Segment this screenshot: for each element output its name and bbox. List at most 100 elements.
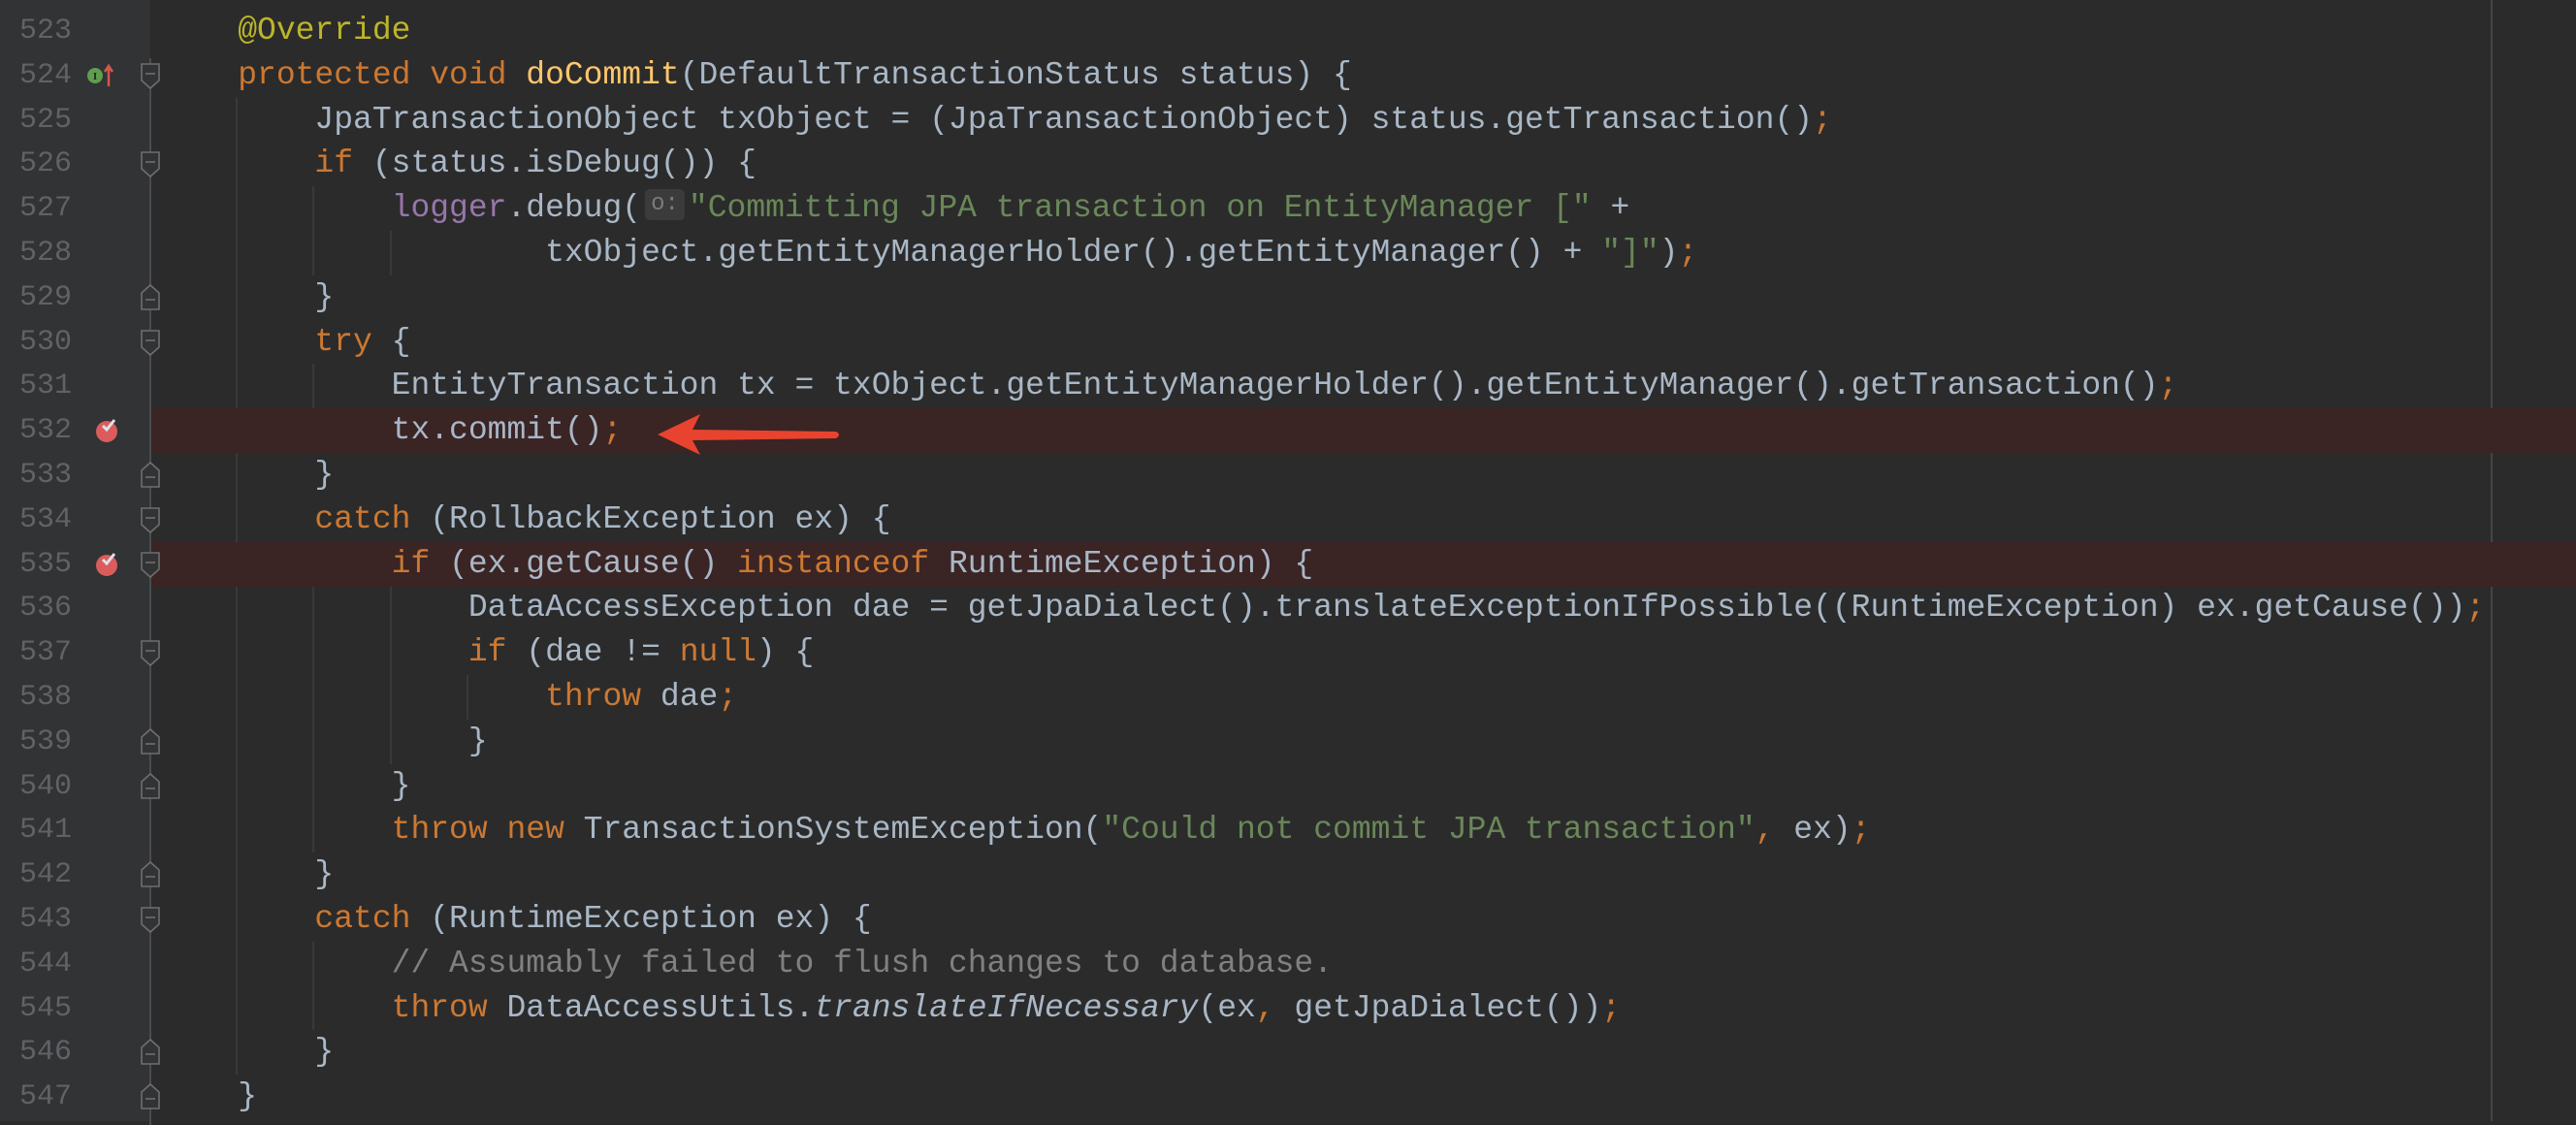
code-text[interactable]: throw DataAccessUtils.translateIfNecessa… [161, 986, 1621, 1031]
code-line[interactable]: 544 // Assumably failed to flush changes… [0, 942, 2576, 986]
line-number[interactable]: 546 [19, 1030, 78, 1075]
fold-end-icon[interactable] [140, 283, 161, 312]
code-token: // Assumably failed to flush changes to … [161, 945, 1333, 981]
fold-collapse-icon[interactable] [140, 61, 161, 90]
code-text[interactable]: try { [161, 320, 410, 365]
code-line[interactable]: 523 @Override [0, 9, 2576, 53]
code-token: ; [718, 679, 738, 715]
code-line[interactable]: 545 throw DataAccessUtils.translateIfNec… [0, 986, 2576, 1031]
code-text[interactable]: if (ex.getCause() instanceof RuntimeExce… [161, 542, 1314, 587]
code-line[interactable]: 528 txObject.getEntityManagerHolder().ge… [0, 231, 2576, 275]
line-number[interactable]: 531 [19, 364, 78, 408]
code-line[interactable]: 538 throw dae; [0, 675, 2576, 720]
code-line[interactable]: 526 if (status.isDebug()) { [0, 142, 2576, 186]
code-line[interactable]: 525 JpaTransactionObject txObject = (Jpa… [0, 98, 2576, 143]
fold-end-icon[interactable] [140, 772, 161, 801]
fold-collapse-icon[interactable] [140, 149, 161, 178]
code-text[interactable]: throw dae; [161, 675, 737, 720]
line-number[interactable]: 535 [19, 542, 78, 587]
breakpoint-verified-icon[interactable] [94, 552, 119, 577]
fold-end-icon[interactable] [140, 860, 161, 889]
line-number[interactable]: 526 [19, 142, 78, 186]
code-token: "Committing JPA transaction on EntityMan… [688, 190, 1592, 227]
code-text[interactable]: catch (RollbackException ex) { [161, 498, 890, 542]
code-text[interactable]: } [161, 852, 334, 897]
code-line[interactable]: 536 DataAccessException dae = getJpaDial… [0, 586, 2576, 630]
line-number[interactable]: 538 [19, 675, 78, 720]
line-number[interactable]: 528 [19, 231, 78, 275]
line-number[interactable]: 536 [19, 586, 78, 630]
fold-end-icon[interactable] [140, 1082, 161, 1111]
fold-collapse-icon[interactable] [140, 905, 161, 934]
code-line[interactable]: 530 try { [0, 320, 2576, 365]
code-text[interactable]: throw new TransactionSystemException("Co… [161, 808, 1871, 852]
code-token: translateIfNecessary [814, 989, 1199, 1026]
line-number[interactable]: 544 [19, 942, 78, 986]
line-number[interactable]: 532 [19, 408, 78, 453]
code-line[interactable]: 534 catch (RollbackException ex) { [0, 498, 2576, 542]
code-text[interactable]: catch (RuntimeException ex) { [161, 897, 871, 942]
line-number[interactable]: 539 [19, 720, 78, 764]
code-line[interactable]: 540 } [0, 764, 2576, 809]
code-text[interactable]: if (dae != null) { [161, 630, 815, 675]
code-token: RuntimeException) { [929, 545, 1314, 582]
code-text[interactable]: } [161, 1030, 334, 1075]
fold-end-icon[interactable] [140, 1038, 161, 1067]
code-line[interactable]: 546 } [0, 1030, 2576, 1075]
code-line[interactable]: 541 throw new TransactionSystemException… [0, 808, 2576, 852]
code-text[interactable]: JpaTransactionObject txObject = (JpaTran… [161, 98, 1831, 143]
code-text[interactable]: DataAccessException dae = getJpaDialect(… [161, 586, 2485, 630]
fold-collapse-icon[interactable] [140, 550, 161, 579]
breakpoint-verified-icon[interactable] [94, 418, 119, 443]
code-text[interactable]: } [161, 1075, 257, 1119]
code-line[interactable]: 537 if (dae != null) { [0, 630, 2576, 675]
code-line[interactable]: 531 EntityTransaction tx = txObject.getE… [0, 364, 2576, 408]
line-number[interactable]: 541 [19, 808, 78, 852]
code-text[interactable]: } [161, 764, 411, 809]
implements-method-icon[interactable]: I [85, 63, 124, 88]
code-text[interactable]: @Override [161, 9, 410, 53]
code-token: } [161, 767, 411, 804]
line-number[interactable]: 533 [19, 453, 78, 498]
code-line[interactable]: 529 } [0, 275, 2576, 320]
code-line[interactable]: 539 } [0, 720, 2576, 764]
line-number[interactable]: 543 [19, 897, 78, 942]
code-text[interactable]: tx.commit(); [161, 408, 623, 453]
line-number[interactable]: 530 [19, 320, 78, 365]
code-token: , [1755, 812, 1775, 849]
code-text[interactable]: } [161, 275, 334, 320]
code-line[interactable]: 547 } [0, 1075, 2576, 1119]
code-line[interactable]: 543 catch (RuntimeException ex) { [0, 897, 2576, 942]
line-number[interactable]: 529 [19, 275, 78, 320]
line-number[interactable]: 547 [19, 1075, 78, 1119]
line-number[interactable]: 537 [19, 630, 78, 675]
line-number[interactable]: 523 [19, 9, 78, 53]
code-line[interactable]: 542 } [0, 852, 2576, 897]
code-line[interactable]: 524 I protected void doCommit(DefaultTran… [0, 53, 2576, 98]
line-number[interactable]: 524 [19, 53, 78, 98]
code-text[interactable]: txObject.getEntityManagerHolder().getEnt… [161, 231, 1697, 275]
code-line[interactable]: 527 logger.debug(o: "Committing JPA trans… [0, 186, 2576, 231]
code-line[interactable]: 533 } [0, 453, 2576, 498]
code-line[interactable]: 535 if (ex.getCause() instanceof Runtime… [0, 542, 2576, 587]
line-number[interactable]: 542 [19, 852, 78, 897]
code-line[interactable]: 532 tx.commit(); [0, 408, 2576, 453]
line-number[interactable]: 527 [19, 186, 78, 231]
code-text[interactable]: if (status.isDebug()) { [161, 142, 757, 186]
line-number[interactable]: 540 [19, 764, 78, 809]
line-number[interactable]: 525 [19, 98, 78, 143]
code-text[interactable]: logger.debug(o: "Committing JPA transacti… [161, 186, 1629, 231]
code-text[interactable]: // Assumably failed to flush changes to … [161, 942, 1333, 986]
code-text[interactable]: protected void doCommit(DefaultTransacti… [161, 53, 1352, 98]
code-token: throw [161, 989, 488, 1026]
code-text[interactable]: } [161, 453, 334, 498]
fold-collapse-icon[interactable] [140, 638, 161, 667]
line-number[interactable]: 534 [19, 498, 78, 542]
fold-collapse-icon[interactable] [140, 505, 161, 534]
fold-collapse-icon[interactable] [140, 328, 161, 357]
line-number[interactable]: 545 [19, 986, 78, 1031]
code-text[interactable]: EntityTransaction tx = txObject.getEntit… [161, 364, 2178, 408]
fold-end-icon[interactable] [140, 727, 161, 756]
code-text[interactable]: } [161, 720, 488, 764]
fold-end-icon[interactable] [140, 461, 161, 490]
